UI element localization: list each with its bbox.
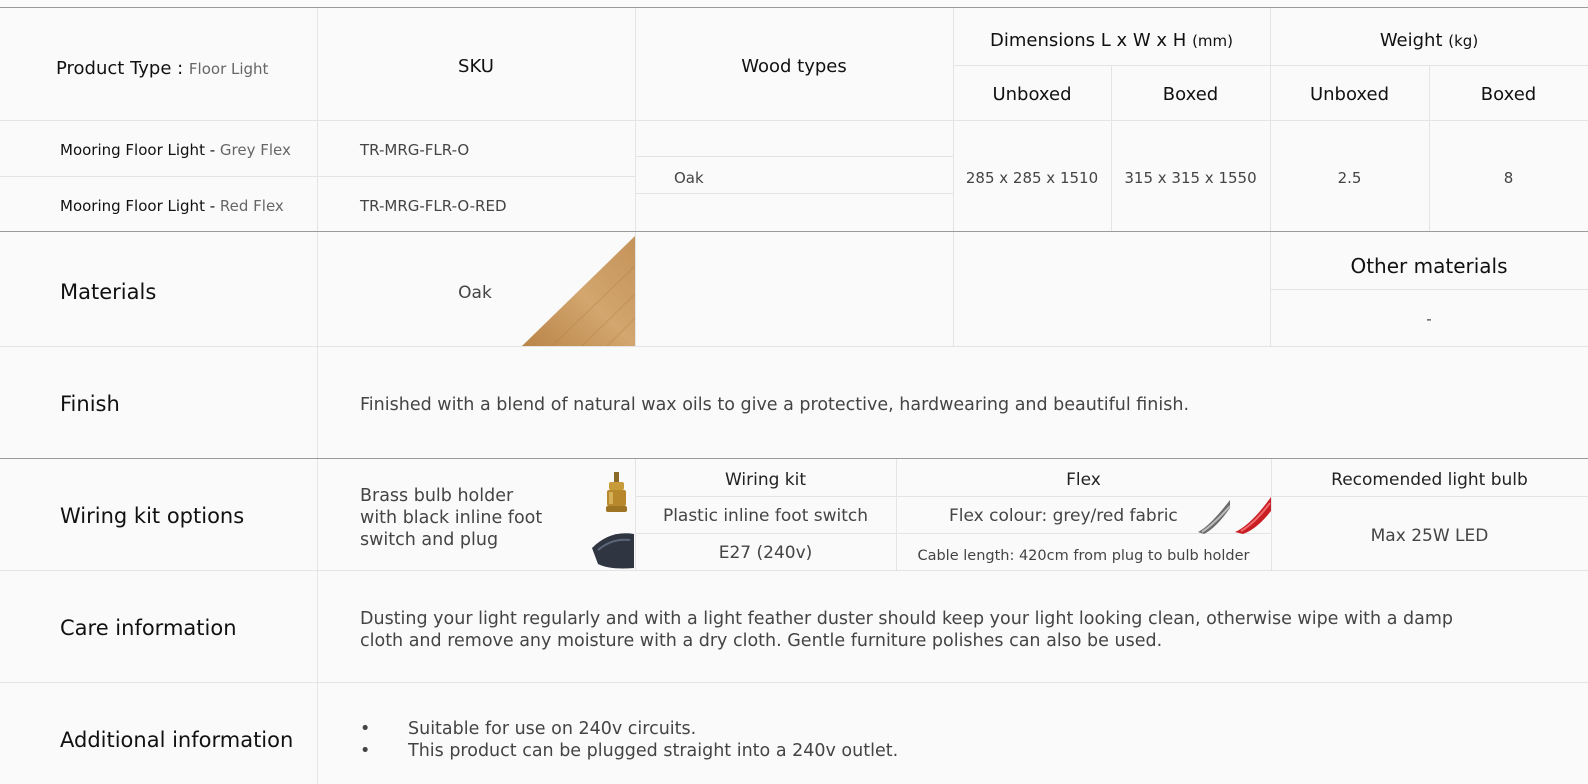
finish-label: Finish xyxy=(60,392,120,416)
product-row-red: Mooring Floor Light - Red Flex xyxy=(60,197,284,215)
wiring-desc-line: Brass bulb holder xyxy=(360,486,514,506)
grey-flex-swatch-icon xyxy=(1198,500,1231,534)
flex-header: Flex xyxy=(1066,470,1101,490)
dimensions-unit: (mm) xyxy=(1192,32,1233,50)
dim-unboxed-header: Unboxed xyxy=(992,84,1072,105)
list-item: • This product can be plugged straight in… xyxy=(360,741,899,761)
product-variant: Red Flex xyxy=(219,197,284,215)
additional-label: Additional information xyxy=(60,728,294,752)
product-name: Mooring Floor Light - xyxy=(60,141,220,159)
wiring-kit-switch: Plastic inline foot switch xyxy=(662,506,869,526)
weight-label: Weight xyxy=(1379,30,1443,51)
wiring-kit-header: Wiring kit xyxy=(724,470,807,490)
weight-header: Weight (kg) xyxy=(1270,30,1588,51)
weight-unboxed-value: 2.5 xyxy=(1337,169,1362,187)
weight-boxed-header: Boxed xyxy=(1480,84,1537,105)
finish-text: Finished with a blend of natural wax oil… xyxy=(360,395,1190,415)
sku-grey: TR-MRG-FLR-O xyxy=(360,141,470,159)
wiring-desc-line: with black inline foot xyxy=(360,508,543,528)
brass-bulb-holder-icon xyxy=(606,472,627,512)
care-label: Care information xyxy=(60,616,237,640)
bulb-header: Recomended light bulb xyxy=(1331,470,1528,490)
sku-red: TR-MRG-FLR-O-RED xyxy=(360,197,507,215)
product-type-label: Product Type : xyxy=(56,58,189,79)
red-flex-swatch-icon xyxy=(1235,497,1271,534)
other-materials-value: - xyxy=(1426,310,1432,328)
dimensions-header: Dimensions L x W x H (mm) xyxy=(953,30,1270,51)
sku-header: SKU xyxy=(458,56,494,77)
foot-switch-icon xyxy=(592,533,634,569)
dim-boxed-header: Boxed xyxy=(1162,84,1219,105)
product-row-grey: Mooring Floor Light - Grey Flex xyxy=(60,141,291,159)
oak-swatch xyxy=(522,236,635,346)
dim-unboxed-value: 285 x 285 x 1510 xyxy=(965,169,1099,187)
product-type-heading: Product Type : Floor Light xyxy=(56,58,268,79)
wiring-label: Wiring kit options xyxy=(60,504,245,528)
wood-type-value: Oak xyxy=(674,169,704,187)
weight-unit: (kg) xyxy=(1448,32,1479,50)
flex-colour: Flex colour: grey/red fabric xyxy=(949,506,1178,526)
weight-boxed-value: 8 xyxy=(1503,169,1514,187)
other-materials-header: Other materials xyxy=(1350,254,1508,278)
dim-boxed-value: 315 x 315 x 1550 xyxy=(1124,169,1257,187)
care-line: Dusting your light regularly and with a … xyxy=(360,609,1453,629)
wiring-description: Brass bulb holder with black inline foot… xyxy=(360,485,542,551)
bulb-value: Max 25W LED xyxy=(1370,526,1489,546)
product-type-value: Floor Light xyxy=(188,60,269,78)
product-variant: Grey Flex xyxy=(219,141,291,159)
wood-types-header: Wood types xyxy=(741,56,847,77)
wiring-desc-line: switch and plug xyxy=(360,530,499,550)
dimensions-label: Dimensions L x W x H xyxy=(989,30,1187,51)
product-name: Mooring Floor Light - xyxy=(60,197,220,215)
weight-unboxed-header: Unboxed xyxy=(1309,84,1390,105)
care-text: Dusting your light regularly and with a … xyxy=(360,608,1453,652)
additional-list: • Suitable for use on 240v circuits. • Thi… xyxy=(360,718,898,762)
materials-label: Materials xyxy=(60,280,157,304)
list-item: • Suitable for use on 240v circuits. xyxy=(360,719,697,739)
care-line: cloth and remove any moisture with a dry… xyxy=(360,631,1163,651)
flex-cable-length: Cable length: 420cm from plug to bulb ho… xyxy=(917,548,1250,564)
wiring-kit-socket: E27 (240v) xyxy=(718,543,813,563)
